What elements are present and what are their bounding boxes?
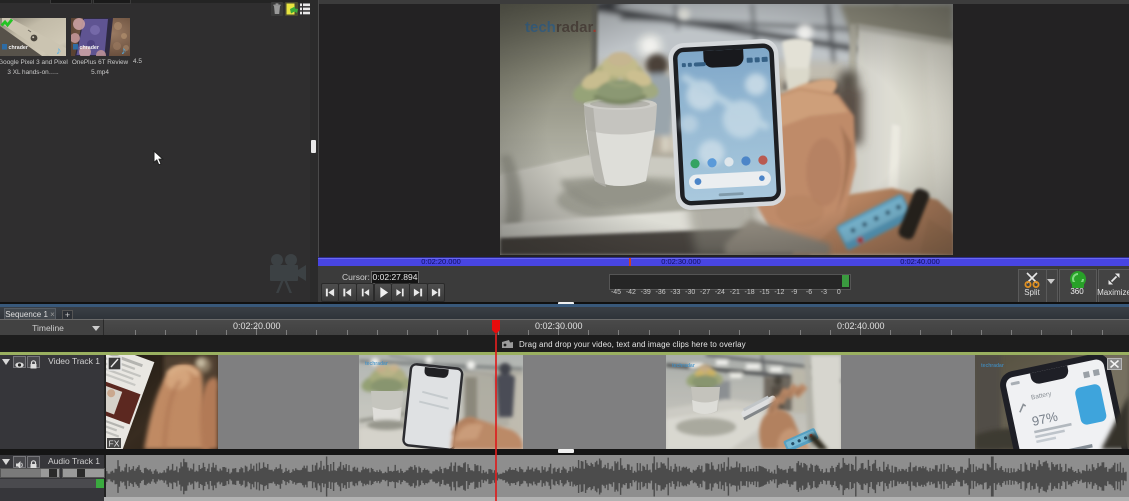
svg-text:FX: FX: [109, 438, 120, 448]
svg-text:chrader: chrader: [80, 45, 99, 51]
svg-text:♪: ♪: [56, 45, 61, 56]
svg-text:techradar: techradar: [672, 363, 695, 369]
svg-text:techradar: techradar: [981, 363, 1004, 369]
svg-text:chrader: chrader: [9, 45, 28, 51]
svg-text:techradar: techradar: [365, 361, 388, 367]
svg-text:♪: ♪: [121, 45, 126, 56]
